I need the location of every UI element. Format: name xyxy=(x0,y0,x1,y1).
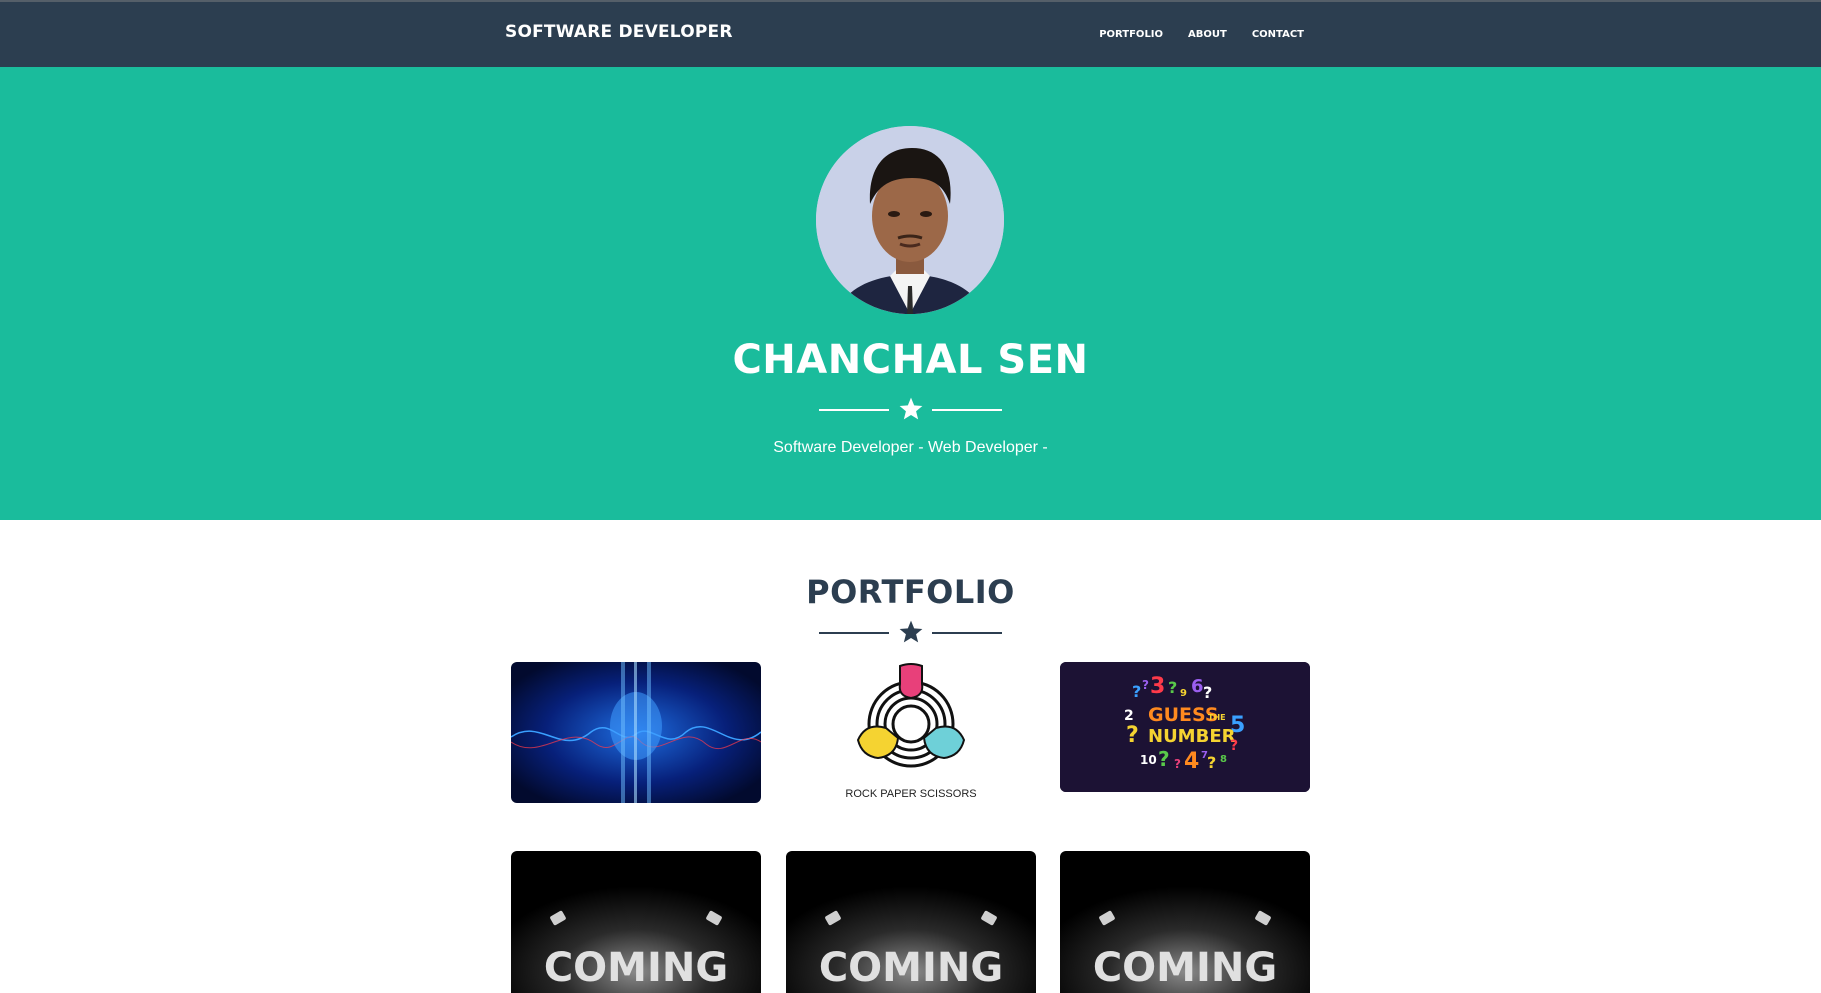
svg-text:?: ? xyxy=(1203,683,1212,702)
nav-link-contact[interactable]: CONTACT xyxy=(1252,29,1304,40)
star-icon xyxy=(899,620,923,643)
star-icon xyxy=(899,397,923,420)
rock-paper-scissors-image: ROCK PAPER SCISSORS xyxy=(845,663,977,800)
portfolio-item-coming-soon[interactable]: COMING xyxy=(786,851,1036,993)
svg-text:?: ? xyxy=(1142,678,1149,692)
svg-text:3: 3 xyxy=(1150,674,1165,699)
portfolio-heading: PORTFOLIO xyxy=(806,573,1015,611)
hero-subtitle: Software Developer - Web Developer - xyxy=(773,439,1048,456)
guess-label-small: THE xyxy=(1208,713,1226,722)
nav-link-portfolio[interactable]: PORTFOLIO xyxy=(1099,29,1163,40)
nav-link-about[interactable]: ABOUT xyxy=(1188,29,1227,40)
portfolio-item-guess-the-number[interactable]: ? ? 3 ? 9 6 ? 2 GUESS THE 5 ? NUMBER ? 1… xyxy=(1060,662,1310,792)
coming-soon-label: COMING xyxy=(819,945,1003,991)
hero-name: CHANCHAL SEN xyxy=(732,337,1089,383)
svg-text:8: 8 xyxy=(1220,754,1227,765)
portfolio-item-coming-soon[interactable]: COMING xyxy=(511,851,761,993)
svg-text:6: 6 xyxy=(1191,676,1204,697)
portfolio-item-rock-paper-scissors[interactable]: ROCK PAPER SCISSORS xyxy=(786,662,1036,803)
nav-links: PORTFOLIO ABOUT CONTACT xyxy=(1074,29,1304,40)
svg-text:2: 2 xyxy=(1124,708,1134,724)
coming-soon-image: COMING xyxy=(511,851,761,993)
divider-line-left xyxy=(819,409,889,411)
profile-avatar xyxy=(816,126,1004,314)
rps-label: ROCK PAPER SCISSORS xyxy=(845,788,976,800)
navbar: SOFTWARE DEVELOPER PORTFOLIO ABOUT CONTA… xyxy=(0,0,1821,67)
svg-text:9: 9 xyxy=(1180,688,1187,699)
coming-soon-label: COMING xyxy=(544,945,728,991)
portfolio-divider xyxy=(0,619,1821,647)
svg-text:?: ? xyxy=(1230,738,1238,754)
coming-soon-label: COMING xyxy=(1093,945,1277,991)
coming-soon-image: COMING xyxy=(1060,851,1310,993)
svg-text:?: ? xyxy=(1168,678,1177,697)
divider-line-right xyxy=(932,632,1002,634)
divider-line-left xyxy=(819,632,889,634)
svg-text:4: 4 xyxy=(1184,749,1199,774)
hero-divider xyxy=(0,396,1821,424)
svg-text:?: ? xyxy=(1126,723,1139,748)
svg-text:?: ? xyxy=(1174,757,1181,771)
svg-text:?: ? xyxy=(1158,747,1170,771)
ai-face-image xyxy=(511,662,761,803)
masthead: CHANCHAL SEN Software Developer - Web De… xyxy=(0,67,1821,520)
portfolio-item-coming-soon[interactable]: COMING xyxy=(1060,851,1310,993)
svg-text:10: 10 xyxy=(1140,753,1157,767)
brand-link[interactable]: SOFTWARE DEVELOPER xyxy=(505,22,733,42)
divider-line-right xyxy=(932,409,1002,411)
coming-soon-image: COMING xyxy=(786,851,1036,993)
portfolio-item-ai[interactable] xyxy=(511,662,761,803)
svg-text:?: ? xyxy=(1207,753,1216,772)
guess-label-2: NUMBER xyxy=(1148,726,1236,747)
svg-text:?: ? xyxy=(1132,682,1141,701)
guess-number-image: ? ? 3 ? 9 6 ? 2 GUESS THE 5 ? NUMBER ? 1… xyxy=(1060,662,1310,792)
